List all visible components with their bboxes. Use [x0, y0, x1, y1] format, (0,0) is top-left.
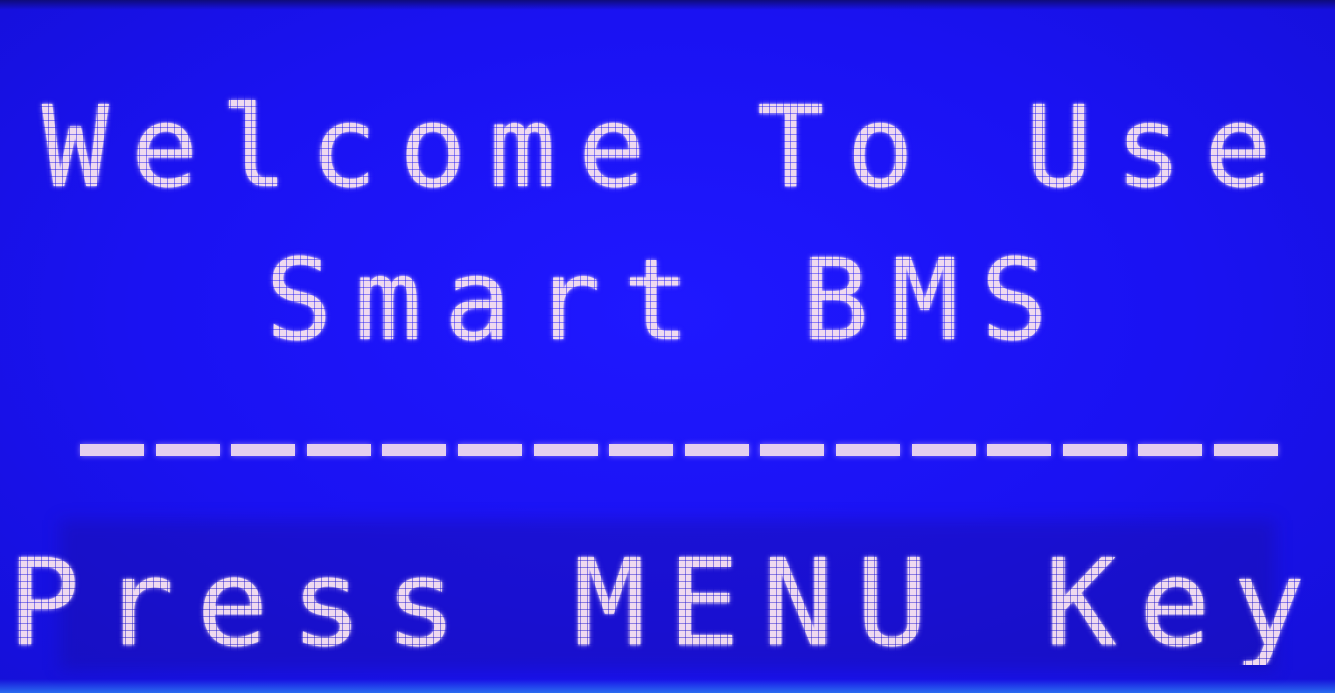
press-menu-prompt: Press MENU Key	[7, 535, 1328, 674]
separator-segment	[1138, 444, 1203, 456]
product-name-text: Smart BMS	[265, 236, 1070, 366]
separator-segment	[306, 444, 371, 456]
separator-segment	[533, 444, 598, 456]
dashed-separator	[80, 444, 1278, 456]
separator-segment	[684, 444, 749, 456]
separator-segment	[80, 444, 144, 456]
separator-segment	[1213, 444, 1278, 456]
separator-segment	[911, 444, 976, 456]
separator-segment	[1062, 444, 1127, 456]
separator-segment	[609, 444, 674, 456]
separator-segment	[457, 444, 522, 456]
separator-segment	[382, 444, 447, 456]
lcd-display: Welcome To Use Smart BMS Press MENU Key	[0, 0, 1335, 693]
separator-segment	[760, 444, 825, 456]
separator-segment	[155, 444, 220, 456]
separator-segment	[835, 444, 900, 456]
separator-segment	[231, 444, 296, 456]
separator-segment	[987, 444, 1052, 456]
welcome-text: Welcome To Use	[41, 83, 1294, 213]
